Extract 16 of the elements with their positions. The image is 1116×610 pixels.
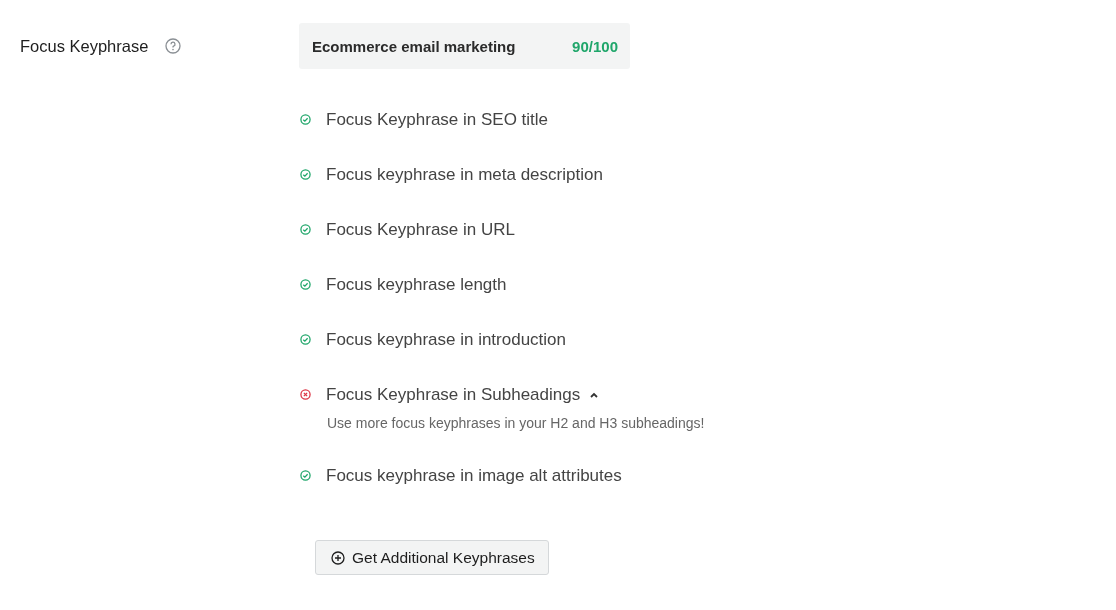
- check-detail: Use more focus keyphrases in your H2 and H3 subheadings!: [327, 415, 705, 431]
- help-icon[interactable]: [165, 38, 182, 54]
- get-keyphrases-button[interactable]: Get Additional Keyphrases: [315, 540, 549, 575]
- check-item[interactable]: Focus Keyphrase in Subheadings: [326, 384, 581, 405]
- check-item: Focus keyphrase length: [326, 274, 507, 295]
- check-item: Focus keyphrase in meta description: [326, 164, 603, 185]
- keyphrase-box[interactable]: Ecommerce email marketing 90/100: [299, 23, 630, 69]
- check-item: Focus Keyphrase in SEO title: [326, 109, 549, 130]
- caret-icon[interactable]: [589, 390, 600, 399]
- keyphrase-text: Ecommerce email marketing: [312, 37, 516, 55]
- score-text: 90/100: [572, 37, 618, 55]
- check-item: Focus keyphrase in introduction: [326, 329, 567, 350]
- field-label: Focus Keyphrase: [20, 36, 149, 56]
- plus-circle-icon: [331, 550, 345, 565]
- check-item: Focus keyphrase in image alt attributes: [326, 465, 622, 486]
- check-item: Focus Keyphrase in URL: [326, 219, 515, 240]
